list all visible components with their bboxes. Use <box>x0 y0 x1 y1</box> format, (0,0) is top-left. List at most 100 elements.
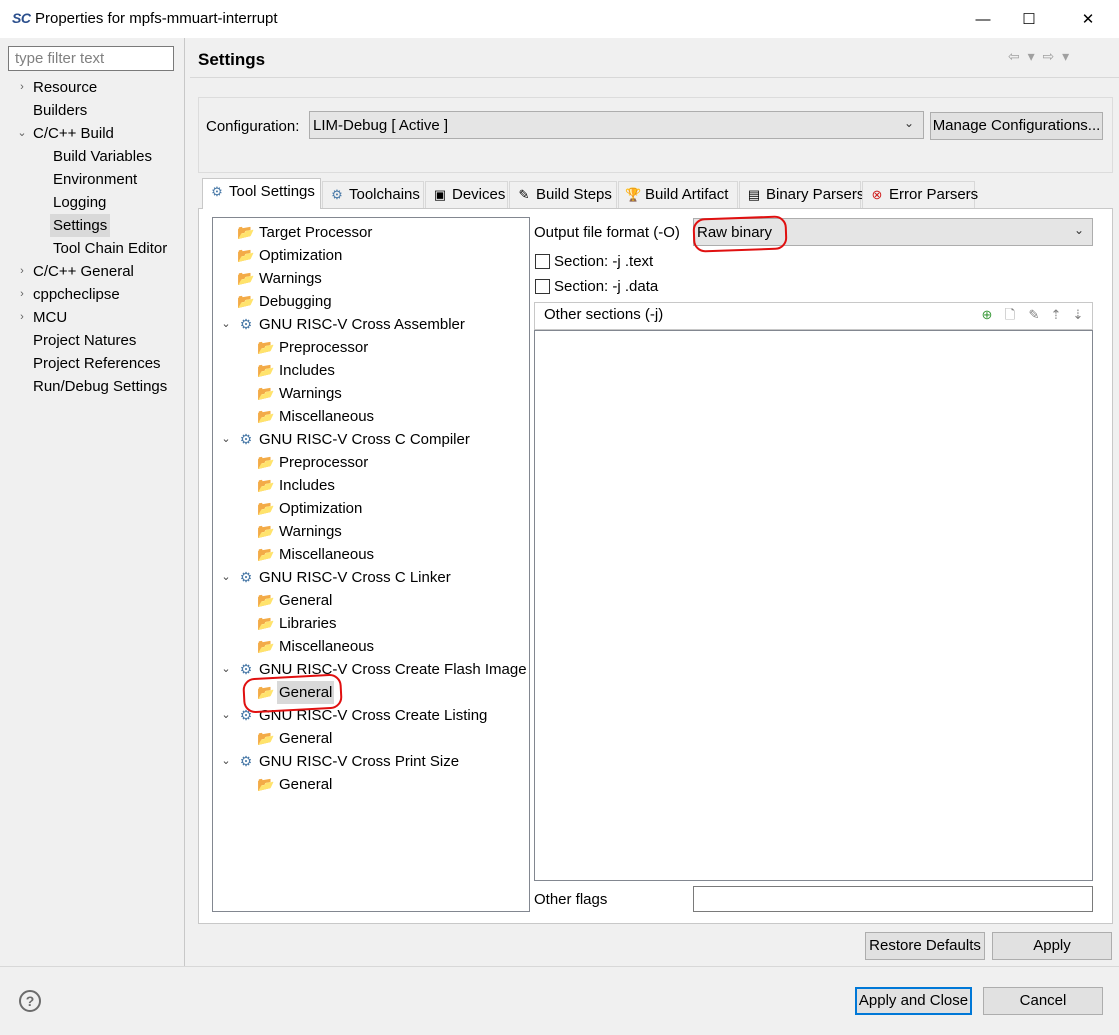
tool-settings-tree: 📂 Target Processor 📂 Optimization 📂 Warnings 📂… <box>212 217 530 912</box>
other-sections-list[interactable] <box>534 330 1093 881</box>
annotation-circle <box>242 673 343 714</box>
restore-defaults-button[interactable]: Restore Defaults <box>865 932 985 960</box>
history-nav-icons[interactable]: ⇦ ▾ ⇨ ▾ <box>1008 48 1071 65</box>
tree-tool-node[interactable]: ⌄ ⚙ GNU RISC-V Cross Assembler <box>219 313 519 336</box>
tab-label: Tool Settings <box>229 183 315 200</box>
folder-icon: 📂 <box>257 523 275 539</box>
folder-icon: 📂 <box>237 224 255 240</box>
tree-node-label: GNU RISC-V Cross Print Size <box>259 753 460 770</box>
tree-tool-node[interactable]: ⌄ ⚙ GNU RISC-V Cross C Compiler <box>219 428 519 451</box>
tab-build-artifact[interactable]: 🏆 Build Artifact <box>618 181 738 208</box>
chevron-down-icon[interactable]: ⌄ <box>219 750 233 773</box>
edit-icon[interactable]: ✎ <box>1025 306 1043 324</box>
tree-tool-node[interactable]: ⌄ ⚙ GNU RISC-V Cross Print Size <box>219 750 519 773</box>
toolchains-icon: ⚙ <box>331 187 343 202</box>
tab-binary-parsers[interactable]: ▤ Binary Parsers <box>739 181 865 208</box>
help-icon[interactable]: ? <box>19 990 41 1012</box>
nav-item-label: C/C++ Build <box>33 125 114 142</box>
manage-configurations-button[interactable]: Manage Configurations... <box>930 112 1103 140</box>
app-logo-icon: SC <box>12 10 31 26</box>
folder-icon: 📂 <box>257 477 275 493</box>
close-button[interactable]: ✕ <box>1065 0 1111 38</box>
maximize-button[interactable]: ☐ <box>1006 0 1052 38</box>
section-data-label: Section: -j .data <box>554 278 659 295</box>
tree-node-label: Miscellaneous <box>279 408 375 425</box>
tree-option-node[interactable]: 📂 Includes <box>219 474 519 497</box>
add-icon[interactable]: ⊕ <box>978 306 996 324</box>
chevron-down-icon[interactable]: ⌄ <box>219 566 233 589</box>
nav-item-label: Logging <box>53 194 107 211</box>
build-steps-icon: ✎ <box>518 187 530 202</box>
section-text-checkbox[interactable] <box>535 254 550 269</box>
chevron-down-icon[interactable]: ⌄ <box>14 122 30 145</box>
tree-node-label: Preprocessor <box>279 339 369 356</box>
tree-node-label: Warnings <box>259 270 322 287</box>
tree-option-node[interactable]: 📂 Miscellaneous <box>219 635 519 658</box>
footer-divider <box>0 966 1119 967</box>
tab-devices[interactable]: ▣ Devices <box>425 181 508 208</box>
tree-option-node[interactable]: 📂 Libraries <box>219 612 519 635</box>
nav-item-label: Resource <box>33 79 98 96</box>
move-up-icon[interactable]: ⇡ <box>1047 306 1065 324</box>
tree-node-label: General <box>279 592 333 609</box>
chevron-down-icon[interactable]: ⌄ <box>219 313 233 336</box>
chevron-right-icon[interactable]: › <box>14 76 30 99</box>
tree-option-node[interactable]: 📂 Target Processor <box>219 221 519 244</box>
chevron-down-icon[interactable]: ⌄ <box>219 428 233 451</box>
tree-option-node[interactable]: 📂 Includes <box>219 359 519 382</box>
tree-option-node[interactable]: 📂 Preprocessor <box>219 451 519 474</box>
tree-option-node[interactable]: 📂 General <box>219 773 519 796</box>
tree-option-node[interactable]: 📂 Debugging <box>219 290 519 313</box>
cancel-button[interactable]: Cancel <box>983 987 1103 1015</box>
tree-option-node[interactable]: 📂 Optimization <box>219 244 519 267</box>
tool-icon: ⚙ <box>239 753 253 769</box>
folder-icon: 📂 <box>257 385 275 401</box>
tree-option-node[interactable]: 📂 General <box>219 589 519 612</box>
tree-option-node[interactable]: 📂 Optimization <box>219 497 519 520</box>
tab-build-steps[interactable]: ✎ Build Steps <box>509 181 617 208</box>
tree-option-node[interactable]: 📂 Miscellaneous <box>219 543 519 566</box>
tree-node-label: Miscellaneous <box>279 546 375 563</box>
tree-node-label: Preprocessor <box>279 454 369 471</box>
nav-item-label: Project Natures <box>33 332 137 349</box>
tree-node-label: Optimization <box>259 247 343 264</box>
tree-node-label: Debugging <box>259 293 332 310</box>
tab-toolchains[interactable]: ⚙ Toolchains <box>322 181 424 208</box>
tree-option-node[interactable]: 📂 Warnings <box>219 382 519 405</box>
apply-and-close-button[interactable]: Apply and Close <box>855 987 972 1015</box>
chip-icon: ▣ <box>433 187 447 202</box>
annotation-circle <box>692 215 788 253</box>
tab-error-parsers[interactable]: ⊗ Error Parsers <box>862 181 978 208</box>
tool-icon: ⚙ <box>239 569 253 585</box>
tab-label: Build Steps <box>536 186 612 203</box>
tab-tool-settings[interactable]: ⚙ Tool Settings <box>202 178 321 209</box>
section-data-checkbox[interactable] <box>535 279 550 294</box>
tree-option-node[interactable]: 📂 General <box>219 727 519 750</box>
configuration-label: Configuration: <box>206 118 300 135</box>
filter-input[interactable] <box>8 46 174 71</box>
other-flags-input[interactable] <box>693 886 1093 912</box>
chevron-down-icon[interactable]: ⌄ <box>219 704 233 727</box>
tree-node-label: GNU RISC-V Cross Assembler <box>259 316 465 333</box>
chevron-right-icon[interactable]: › <box>14 283 30 306</box>
chevron-down-icon[interactable]: ⌄ <box>219 658 233 681</box>
tab-label: Binary Parsers <box>766 186 865 203</box>
tree-option-node[interactable]: 📂 Warnings <box>219 520 519 543</box>
apply-button[interactable]: Apply <box>992 932 1112 960</box>
tab-label: Build Artifact <box>645 186 729 203</box>
chevron-right-icon[interactable]: › <box>14 260 30 283</box>
tree-option-node[interactable]: 📂 Miscellaneous <box>219 405 519 428</box>
move-down-icon[interactable]: ⇣ <box>1069 306 1087 324</box>
tree-tool-node[interactable]: ⌄ ⚙ GNU RISC-V Cross C Linker <box>219 566 519 589</box>
tree-option-node[interactable]: 📂 Preprocessor <box>219 336 519 359</box>
delete-icon[interactable]: 🗋 <box>1001 306 1019 324</box>
pane-divider[interactable] <box>184 38 185 966</box>
configuration-select-value: LIM-Debug [ Active ] <box>313 117 449 134</box>
nav-item-label: Project References <box>33 355 161 372</box>
tree-option-node[interactable]: 📂 Warnings <box>219 267 519 290</box>
minimize-button[interactable]: — <box>960 0 1006 38</box>
chevron-right-icon[interactable]: › <box>14 306 30 329</box>
